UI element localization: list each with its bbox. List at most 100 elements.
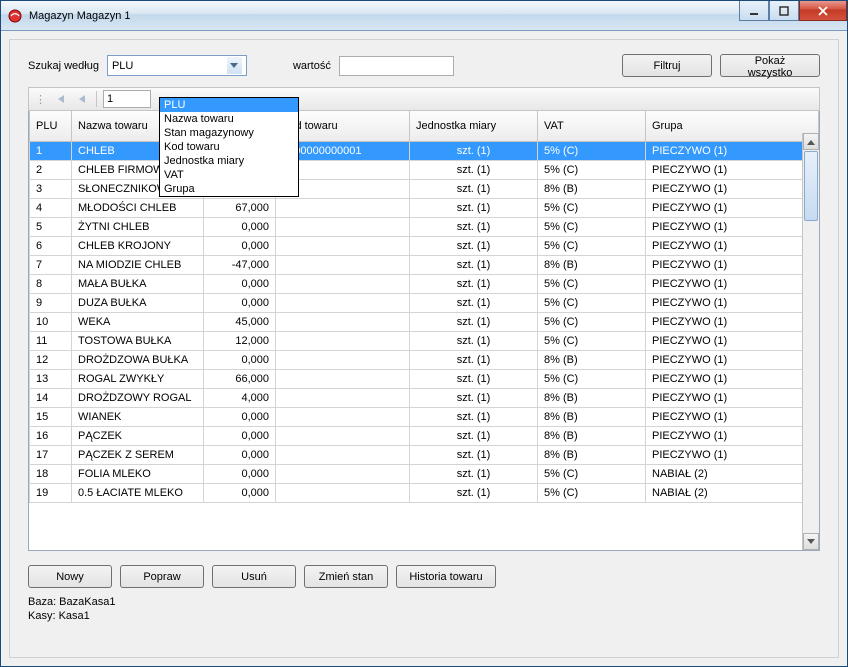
scroll-track[interactable] xyxy=(803,222,819,533)
table-row[interactable]: 190.5 ŁACIATE MLEKO0,000szt. (1)5% (C)NA… xyxy=(30,484,819,503)
minimize-button[interactable] xyxy=(739,1,769,21)
cell-vat: 8% (B) xyxy=(538,256,646,275)
page-number-input[interactable] xyxy=(103,90,151,108)
cell-name: DUZA BUŁKA xyxy=(72,294,204,313)
cell-jm: szt. (1) xyxy=(410,389,538,408)
filter-button[interactable]: Filtruj xyxy=(622,54,712,77)
action-buttons: Nowy Popraw Usuń Zmień stan Historia tow… xyxy=(28,565,820,588)
main-panel: Szukaj według PLU wartość Filtruj Pokaż … xyxy=(9,39,839,658)
table-row[interactable]: 4MŁODOŚCI CHLEB67,000szt. (1)5% (C)PIECZ… xyxy=(30,199,819,218)
table-row[interactable]: 14DROŻDZOWY ROGAL4,000szt. (1)8% (B)PIEC… xyxy=(30,389,819,408)
maximize-button[interactable] xyxy=(769,1,799,21)
grid-container: PLU Nazwa towaru Stan magazynowy Kod tow… xyxy=(28,111,820,551)
cell-plu: 2 xyxy=(30,161,72,180)
table-row[interactable]: 8MAŁA BUŁKA0,000szt. (1)5% (C)PIECZYWO (… xyxy=(30,275,819,294)
scroll-thumb[interactable] xyxy=(804,151,818,221)
table-row[interactable]: 3SŁONECZNIKOWY ...0,000szt. (1)8% (B)PIE… xyxy=(30,180,819,199)
search-by-label: Szukaj według xyxy=(28,60,99,72)
cell-vat: 5% (C) xyxy=(538,237,646,256)
cell-stan: 0,000 xyxy=(204,351,276,370)
table-row[interactable]: 9DUZA BUŁKA0,000szt. (1)5% (C)PIECZYWO (… xyxy=(30,294,819,313)
table-row[interactable]: 2CHLEB FIRMOWY0,000szt. (1)5% (C)PIECZYW… xyxy=(30,161,819,180)
cell-vat: 5% (C) xyxy=(538,294,646,313)
search-value-input[interactable] xyxy=(339,56,454,76)
cell-plu: 9 xyxy=(30,294,72,313)
cell-vat: 5% (C) xyxy=(538,484,646,503)
cell-jm: szt. (1) xyxy=(410,370,538,389)
show-all-button[interactable]: Pokaż wszystko xyxy=(720,54,820,77)
dropdown-option[interactable]: Grupa xyxy=(160,182,298,196)
cell-grupa: PIECZYWO (1) xyxy=(646,446,819,465)
cell-stan: 12,000 xyxy=(204,332,276,351)
delete-button[interactable]: Usuń xyxy=(212,565,296,588)
dropdown-option[interactable]: Nazwa towaru xyxy=(160,112,298,126)
scroll-up-icon[interactable] xyxy=(803,133,819,150)
change-state-button[interactable]: Zmień stan xyxy=(304,565,388,588)
first-page-icon[interactable] xyxy=(52,91,68,107)
cell-jm: szt. (1) xyxy=(410,427,538,446)
chevron-down-icon xyxy=(227,57,242,74)
cell-vat: 5% (C) xyxy=(538,275,646,294)
cell-name: PĄCZEK xyxy=(72,427,204,446)
cell-grupa: NABIAŁ (2) xyxy=(646,465,819,484)
prev-page-icon[interactable] xyxy=(74,91,90,107)
cell-stan: 0,000 xyxy=(204,465,276,484)
search-bar: Szukaj według PLU wartość Filtruj Pokaż … xyxy=(28,54,820,77)
cell-kod xyxy=(276,199,410,218)
cell-jm: szt. (1) xyxy=(410,408,538,427)
header-row: PLU Nazwa towaru Stan magazynowy Kod tow… xyxy=(30,111,819,142)
cell-vat: 8% (B) xyxy=(538,408,646,427)
cell-plu: 5 xyxy=(30,218,72,237)
close-button[interactable] xyxy=(799,1,847,21)
table-row[interactable]: 16PĄCZEK0,000szt. (1)8% (B)PIECZYWO (1) xyxy=(30,427,819,446)
search-by-combo[interactable]: PLU xyxy=(107,55,247,76)
cell-name: MŁODOŚCI CHLEB xyxy=(72,199,204,218)
search-by-dropdown[interactable]: PLUNazwa towaruStan magazynowyKod towaru… xyxy=(159,97,299,197)
history-button[interactable]: Historia towaru xyxy=(396,565,496,588)
table-row[interactable]: 10WEKA45,000szt. (1)5% (C)PIECZYWO (1) xyxy=(30,313,819,332)
cell-name: ROGAL ZWYKŁY xyxy=(72,370,204,389)
cell-name: NA MIODZIE CHLEB xyxy=(72,256,204,275)
table-row[interactable]: 1CHLEB0000000000001szt. (1)5% (C)PIECZYW… xyxy=(30,142,819,161)
vertical-scrollbar[interactable] xyxy=(802,133,819,550)
col-plu[interactable]: PLU xyxy=(30,111,72,142)
table-row[interactable]: 12DROŻDZOWA BUŁKA0,000szt. (1)8% (B)PIEC… xyxy=(30,351,819,370)
cell-plu: 19 xyxy=(30,484,72,503)
cell-jm: szt. (1) xyxy=(410,256,538,275)
table-row[interactable]: 18FOLIA MLEKO0,000szt. (1)5% (C)NABIAŁ (… xyxy=(30,465,819,484)
cell-grupa: PIECZYWO (1) xyxy=(646,256,819,275)
cell-jm: szt. (1) xyxy=(410,237,538,256)
cell-kod xyxy=(276,446,410,465)
cell-jm: szt. (1) xyxy=(410,351,538,370)
scroll-down-icon[interactable] xyxy=(803,533,819,550)
table-row[interactable]: 11TOSTOWA BUŁKA12,000szt. (1)5% (C)PIECZ… xyxy=(30,332,819,351)
col-jm[interactable]: Jednostka miary xyxy=(410,111,538,142)
cell-grupa: PIECZYWO (1) xyxy=(646,275,819,294)
dropdown-option[interactable]: Kod towaru xyxy=(160,140,298,154)
cell-grupa: PIECZYWO (1) xyxy=(646,313,819,332)
col-vat[interactable]: VAT xyxy=(538,111,646,142)
dropdown-option[interactable]: PLU xyxy=(160,98,298,112)
new-button[interactable]: Nowy xyxy=(28,565,112,588)
dropdown-option[interactable]: Jednostka miary xyxy=(160,154,298,168)
dropdown-option[interactable]: Stan magazynowy xyxy=(160,126,298,140)
cell-plu: 18 xyxy=(30,465,72,484)
cell-name: DROŻDZOWY ROGAL xyxy=(72,389,204,408)
table-row[interactable]: 6CHLEB KROJONY0,000szt. (1)5% (C)PIECZYW… xyxy=(30,237,819,256)
table-row[interactable]: 7NA MIODZIE CHLEB-47,000szt. (1)8% (B)PI… xyxy=(30,256,819,275)
cell-grupa: NABIAŁ (2) xyxy=(646,484,819,503)
cell-grupa: PIECZYWO (1) xyxy=(646,199,819,218)
window-controls xyxy=(739,1,847,21)
dropdown-option[interactable]: VAT xyxy=(160,168,298,182)
edit-button[interactable]: Popraw xyxy=(120,565,204,588)
table-row[interactable]: 15WIANEK0,000szt. (1)8% (B)PIECZYWO (1) xyxy=(30,408,819,427)
cell-vat: 5% (C) xyxy=(538,161,646,180)
table-row[interactable]: 17PĄCZEK Z SEREM0,000szt. (1)8% (B)PIECZ… xyxy=(30,446,819,465)
cell-grupa: PIECZYWO (1) xyxy=(646,142,819,161)
cell-jm: szt. (1) xyxy=(410,161,538,180)
cell-vat: 8% (B) xyxy=(538,446,646,465)
cell-kod xyxy=(276,256,410,275)
col-grupa[interactable]: Grupa xyxy=(646,111,819,142)
table-row[interactable]: 13ROGAL ZWYKŁY66,000szt. (1)5% (C)PIECZY… xyxy=(30,370,819,389)
table-row[interactable]: 5ŻYTNI CHLEB0,000szt. (1)5% (C)PIECZYWO … xyxy=(30,218,819,237)
